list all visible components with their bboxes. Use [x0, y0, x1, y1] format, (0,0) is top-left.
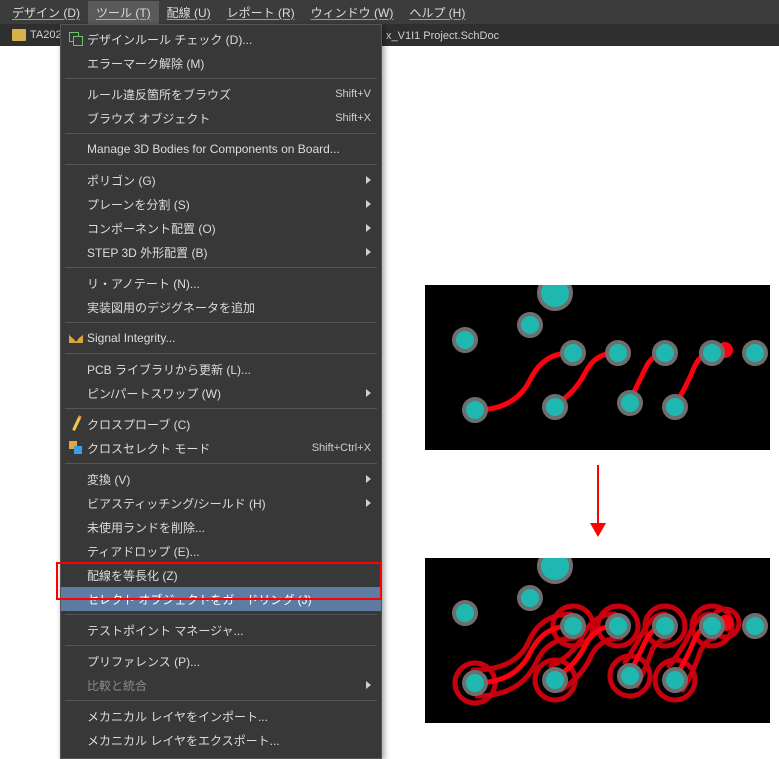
menubar: デザイン (D)ツール (T)配線 (U)レポート (R)ウィンドウ (W)ヘル… — [0, 0, 779, 24]
pcb-view-before — [425, 285, 770, 450]
menu-item[interactable]: ルール違反箇所をブラウズShift+V — [61, 82, 381, 106]
menubar-item[interactable]: デザイン (D) — [4, 1, 88, 24]
chevron-right-icon — [366, 200, 371, 208]
menubar-item[interactable]: 配線 (U) — [159, 1, 219, 24]
menu-item-label: ビアスティッチング/シールド (H) — [87, 495, 360, 512]
menu-item[interactable]: 配線を等長化 (Z) — [61, 563, 381, 587]
menu-item-label: 配線を等長化 (Z) — [87, 567, 371, 584]
menu-item[interactable]: ポリゴン (G) — [61, 168, 381, 192]
xsel-icon — [69, 441, 83, 455]
menu-item-label: クロスプローブ (C) — [87, 416, 371, 433]
menu-item[interactable]: デザインルール チェック (D)... — [61, 27, 381, 51]
menu-item-accelerator: Shift+V — [327, 88, 371, 100]
menu-item-label: デザインルール チェック (D)... — [87, 31, 371, 48]
menubar-item[interactable]: ウィンドウ (W) — [303, 1, 402, 24]
menu-item[interactable]: コンポーネント配置 (O) — [61, 216, 381, 240]
menu-item-label: PCB ライブラリから更新 (L)... — [87, 361, 371, 378]
tab-label: x_V1I1 Project.SchDoc — [386, 30, 499, 42]
menu-item[interactable]: プレーンを分割 (S) — [61, 192, 381, 216]
probe-icon — [72, 417, 81, 431]
menu-item-label: メカニカル レイヤをエクスポート... — [87, 732, 371, 749]
rules-icon — [69, 32, 83, 46]
menubar-item[interactable]: ツール (T) — [88, 1, 159, 24]
menu-item[interactable]: テストポイント マネージャ... — [61, 618, 381, 642]
menu-item-label: クロスセレクト モード — [87, 440, 304, 457]
menu-item-label: リ・アノテート (N)... — [87, 275, 371, 292]
chevron-right-icon — [366, 389, 371, 397]
arrow-down-icon — [597, 465, 599, 535]
chevron-right-icon — [366, 176, 371, 184]
menu-item[interactable]: PCB ライブラリから更新 (L)... — [61, 357, 381, 381]
menu-item[interactable]: メカニカル レイヤをエクスポート... — [61, 728, 381, 752]
menubar-item[interactable]: レポート (R) — [219, 1, 303, 24]
menu-item[interactable]: ブラウズ オブジェクトShift+X — [61, 106, 381, 130]
menubar-item[interactable]: ヘルプ (H) — [401, 1, 473, 24]
menu-item-label: ブラウズ オブジェクト — [87, 110, 327, 127]
pcb-svg-after — [425, 558, 770, 723]
menu-item-label: Signal Integrity... — [87, 331, 371, 345]
menu-item-label: セレクト オブジェクトをガードリング (J) — [87, 591, 371, 608]
menu-item[interactable]: 実装図用のデジグネータを追加 — [61, 295, 381, 319]
menu-separator — [65, 353, 377, 354]
menu-item-label: メカニカル レイヤをインポート... — [87, 708, 371, 725]
menu-item-label: STEP 3D 外形配置 (B) — [87, 244, 360, 261]
menu-item-label: ルール違反箇所をブラウズ — [87, 86, 327, 103]
menu-item: 比較と統合 — [61, 673, 381, 697]
menu-item-label: ピン/パートスワップ (W) — [87, 385, 360, 402]
menu-item[interactable]: ティアドロップ (E)... — [61, 539, 381, 563]
menu-item[interactable]: リ・アノテート (N)... — [61, 271, 381, 295]
menu-separator — [65, 645, 377, 646]
menu-item-label: 未使用ランドを削除... — [87, 519, 371, 536]
menu-item-label: プリファレンス (P)... — [87, 653, 371, 670]
menu-item[interactable]: クロスプローブ (C) — [61, 412, 381, 436]
menu-item-label: プレーンを分割 (S) — [87, 196, 360, 213]
menu-item[interactable]: STEP 3D 外形配置 (B) — [61, 240, 381, 264]
menu-item[interactable]: エラーマーク解除 (M) — [61, 51, 381, 75]
folder-icon — [12, 29, 26, 41]
menu-item-label: ティアドロップ (E)... — [87, 543, 371, 560]
chevron-right-icon — [366, 499, 371, 507]
menu-separator — [65, 322, 377, 323]
menu-item[interactable]: ピン/パートスワップ (W) — [61, 381, 381, 405]
menu-separator — [65, 133, 377, 134]
menu-item[interactable]: プリファレンス (P)... — [61, 649, 381, 673]
menu-item-label: 変換 (V) — [87, 471, 360, 488]
menu-item[interactable]: 変換 (V) — [61, 467, 381, 491]
chevron-right-icon — [366, 681, 371, 689]
menu-item-label: Manage 3D Bodies for Components on Board… — [87, 142, 371, 156]
menu-item-accelerator: Shift+X — [327, 112, 371, 124]
pcb-view-after — [425, 558, 770, 723]
signal-icon — [69, 333, 83, 343]
menu-item-label: 実装図用のデジグネータを追加 — [87, 299, 371, 316]
menu-item-label: テストポイント マネージャ... — [87, 622, 371, 639]
menu-item[interactable]: Signal Integrity... — [61, 326, 381, 350]
menu-separator — [65, 700, 377, 701]
pcb-svg-before — [425, 285, 770, 450]
menu-item[interactable]: ビアスティッチング/シールド (H) — [61, 491, 381, 515]
menu-item-label: コンポーネント配置 (O) — [87, 220, 360, 237]
menu-separator — [65, 164, 377, 165]
tab-schdoc[interactable]: x_V1I1 Project.SchDoc — [380, 28, 505, 44]
chevron-right-icon — [366, 475, 371, 483]
menu-item[interactable]: 未使用ランドを削除... — [61, 515, 381, 539]
menu-item-label: 比較と統合 — [87, 677, 360, 694]
menu-item-accelerator: Shift+Ctrl+X — [304, 442, 371, 454]
tools-menu-dropdown: デザインルール チェック (D)... エラーマーク解除 (M) ルール違反箇所をブ… — [60, 24, 382, 759]
chevron-right-icon — [366, 224, 371, 232]
menu-item-label: ポリゴン (G) — [87, 172, 360, 189]
menu-separator — [65, 78, 377, 79]
menu-separator — [65, 463, 377, 464]
menu-separator — [65, 267, 377, 268]
menu-item-label: エラーマーク解除 (M) — [87, 55, 371, 72]
menu-item[interactable]: セレクト オブジェクトをガードリング (J) — [61, 587, 381, 611]
chevron-right-icon — [366, 248, 371, 256]
menu-separator — [65, 408, 377, 409]
menu-item[interactable]: Manage 3D Bodies for Components on Board… — [61, 137, 381, 161]
menu-separator — [65, 614, 377, 615]
menu-item[interactable]: クロスセレクト モードShift+Ctrl+X — [61, 436, 381, 460]
menu-item[interactable]: メカニカル レイヤをインポート... — [61, 704, 381, 728]
